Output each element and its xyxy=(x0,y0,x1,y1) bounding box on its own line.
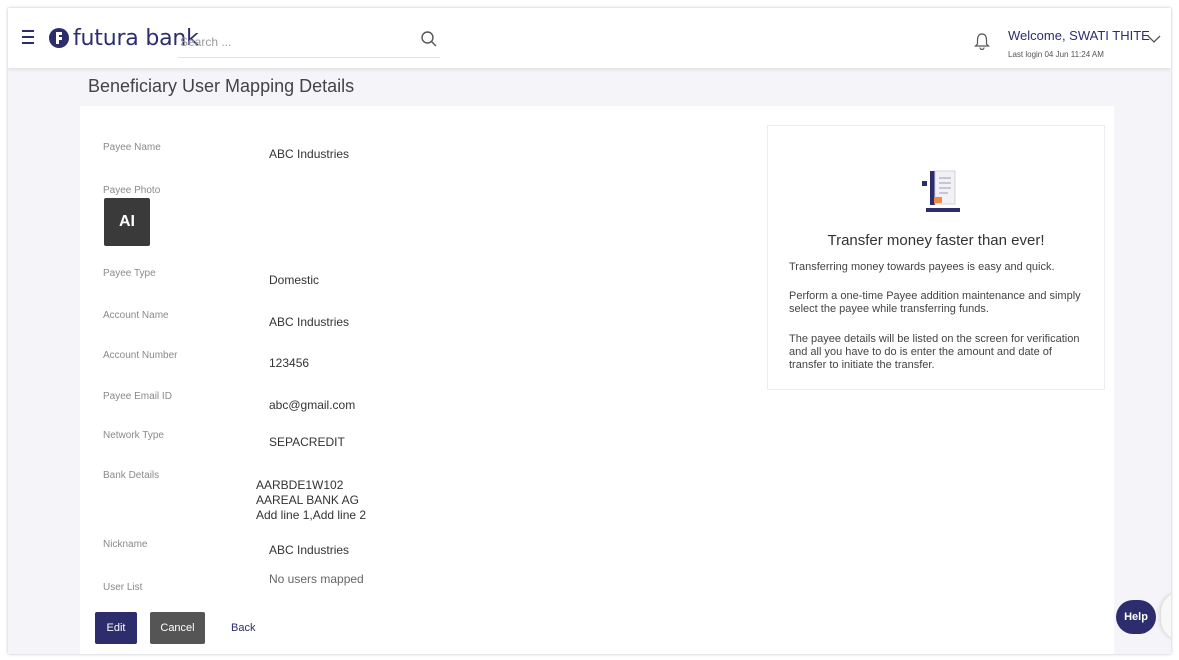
payee-type-label: Payee Type xyxy=(103,268,156,279)
chevron-down-icon[interactable] xyxy=(1147,34,1161,44)
back-link[interactable]: Back xyxy=(231,622,255,634)
account-name-value: ABC Industries xyxy=(269,315,350,329)
bank-name-value: AAREAL BANK AG xyxy=(256,493,359,507)
notification-bell-icon[interactable] xyxy=(974,32,990,50)
payee-photo-label: Payee Photo xyxy=(103,185,161,196)
hamburger-menu-icon[interactable] xyxy=(22,30,36,44)
last-login-text: Last login 04 Jun 11:24 AM xyxy=(1008,50,1104,59)
user-list-value: No users mapped xyxy=(269,572,364,586)
help-button[interactable]: Help xyxy=(1116,600,1156,634)
info-title: Transfer money faster than ever! xyxy=(827,232,1045,249)
details-card: Payee Name ABC Industries Payee Photo AI… xyxy=(80,106,1114,654)
info-panel: Transfer money faster than ever! Transfe… xyxy=(767,125,1105,390)
search-input[interactable] xyxy=(180,32,405,52)
account-name-label: Account Name xyxy=(103,310,169,321)
user-list-label: User List xyxy=(103,582,143,593)
email-value: abc@gmail.com xyxy=(269,398,356,412)
payee-type-value: Domestic xyxy=(269,273,320,287)
payee-name-label: Payee Name xyxy=(103,142,161,153)
nickname-value: ABC Industries xyxy=(269,543,350,557)
futura-logo-icon xyxy=(49,28,69,48)
email-label: Payee Email ID xyxy=(103,391,172,402)
nickname-label: Nickname xyxy=(103,539,148,550)
info-paragraph-2: Perform a one-time Payee addition mainte… xyxy=(789,290,1081,315)
app-frame: futura bank Welcome, SWATI THITE Last lo… xyxy=(8,8,1171,654)
side-panel-handle[interactable] xyxy=(1161,592,1171,640)
welcome-text[interactable]: Welcome, SWATI THITE xyxy=(1008,28,1150,43)
info-paragraph-1: Transferring money towards payees is eas… xyxy=(789,261,1055,273)
page-title: Beneficiary User Mapping Details xyxy=(88,76,355,96)
payee-name-value: ABC Industries xyxy=(269,147,350,161)
account-number-value: 123456 xyxy=(269,356,310,370)
avatar: AI xyxy=(104,198,150,246)
bank-details-label: Bank Details xyxy=(103,470,160,481)
bank-code-value: AARBDE1W102 xyxy=(256,478,344,492)
bank-address-value: Add line 1,Add line 2 xyxy=(256,508,367,522)
network-type-label: Network Type xyxy=(103,430,164,441)
cancel-button[interactable]: Cancel xyxy=(150,612,205,644)
brand-logo[interactable]: futura bank xyxy=(48,26,199,51)
info-paragraph-3: The payee details will be listed on the … xyxy=(789,333,1080,371)
network-type-value: SEPACREDIT xyxy=(269,435,345,449)
search-icon[interactable] xyxy=(420,30,438,48)
account-number-label: Account Number xyxy=(103,350,178,361)
transfer-document-icon xyxy=(922,170,960,212)
search-bar xyxy=(178,28,440,58)
top-header: futura bank Welcome, SWATI THITE Last lo… xyxy=(8,8,1171,68)
edit-button[interactable]: Edit xyxy=(95,612,137,644)
